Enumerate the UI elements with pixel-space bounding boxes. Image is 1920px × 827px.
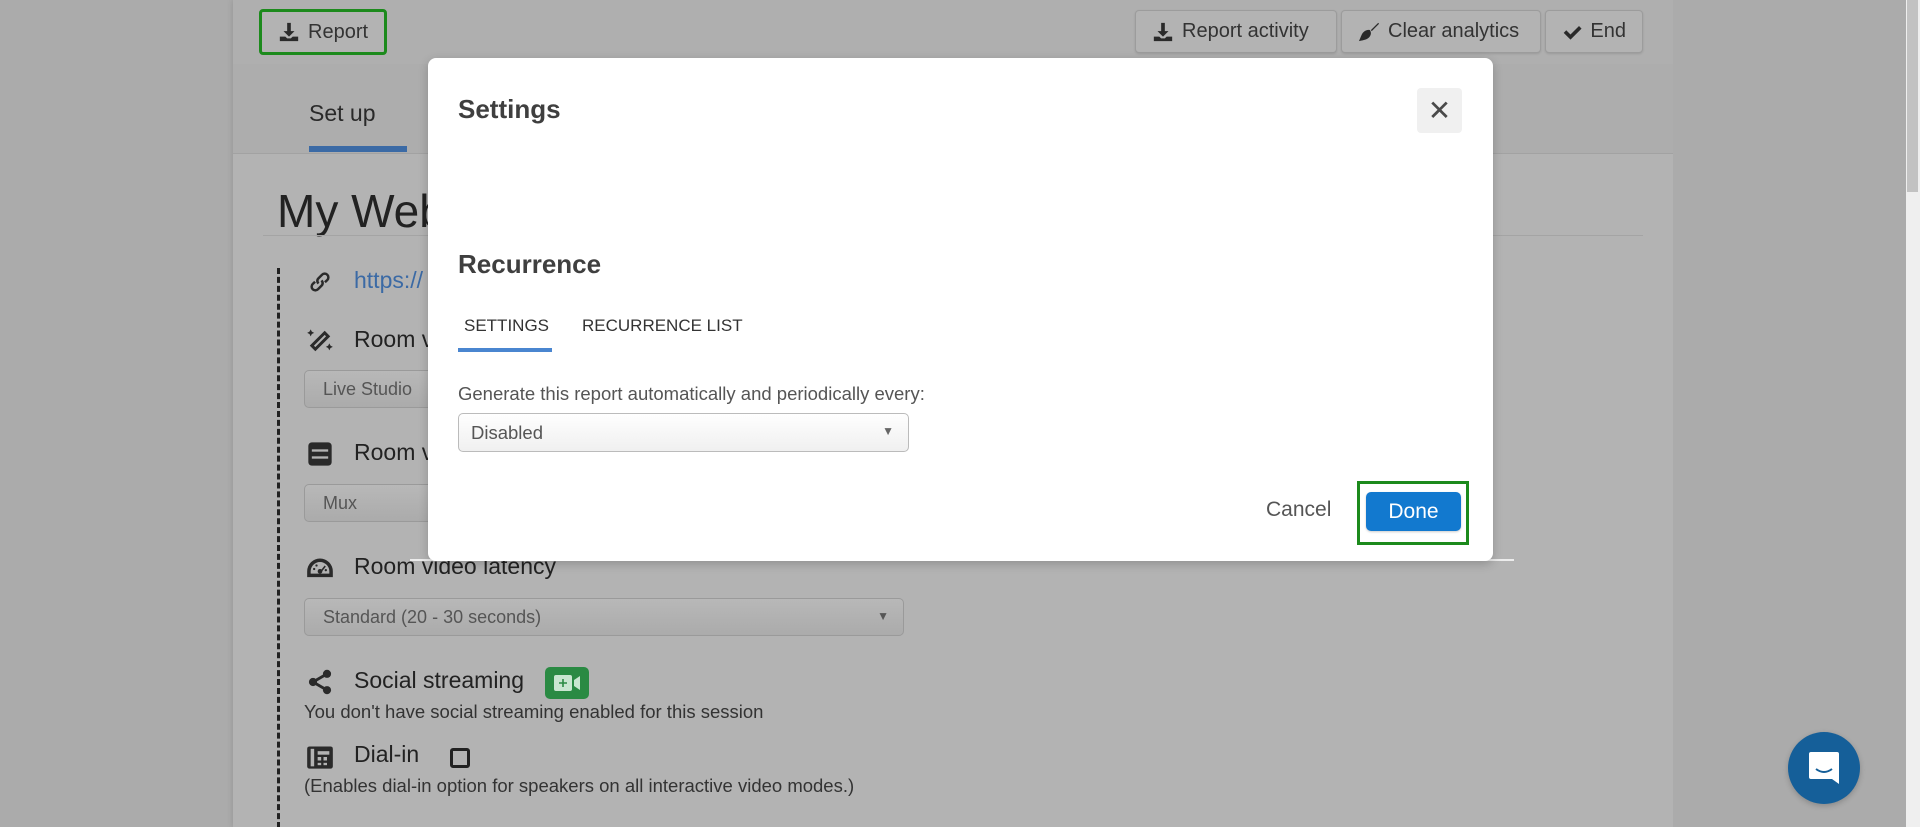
recurrence-field-label: Generate this report automatically and p… bbox=[458, 383, 925, 404]
dialin-checkbox[interactable] bbox=[450, 748, 470, 768]
room-v2-label: Room v bbox=[354, 439, 434, 465]
download-icon bbox=[1153, 22, 1173, 41]
chevron-down-icon: ▼ bbox=[877, 609, 889, 623]
dashed-timeline bbox=[277, 268, 280, 827]
webinar-link[interactable]: https:// bbox=[354, 267, 423, 294]
scrollbar-thumb[interactable] bbox=[1907, 0, 1918, 192]
clear-analytics-button[interactable]: Clear analytics bbox=[1341, 10, 1541, 53]
video-plus-icon bbox=[554, 675, 580, 691]
recurrence-section-title: Recurrence bbox=[458, 249, 602, 279]
report-button[interactable]: Report bbox=[259, 9, 388, 55]
done-button[interactable]: Done bbox=[1366, 492, 1461, 531]
report-button-label: Report bbox=[308, 20, 369, 43]
end-button[interactable]: End bbox=[1545, 10, 1643, 53]
latency-select[interactable]: Standard (20 - 30 seconds) ▼ bbox=[304, 598, 904, 636]
recurrence-select-value: Disabled bbox=[471, 422, 543, 443]
chat-launcher-button[interactable] bbox=[1788, 732, 1860, 804]
tab-recurrence-list[interactable]: RECURRENCE LIST bbox=[582, 316, 743, 336]
top-toolbar: Report Report activity Clear analytics E… bbox=[233, 0, 1673, 64]
dialin-label: Dial-in bbox=[354, 741, 420, 767]
gauge-icon bbox=[307, 558, 333, 578]
social-streaming-help: You don't have social streaming enabled … bbox=[304, 701, 764, 722]
end-label: End bbox=[1590, 20, 1626, 42]
room-v1-label: Room v bbox=[354, 326, 434, 352]
social-streaming-label: Social streaming bbox=[354, 667, 525, 693]
close-button[interactable]: ✕ bbox=[1417, 88, 1462, 133]
tab-active-indicator bbox=[309, 146, 407, 152]
add-social-stream-button[interactable] bbox=[545, 667, 589, 699]
recurrence-select[interactable]: Disabled ▼ bbox=[458, 413, 909, 452]
chat-icon bbox=[1809, 752, 1839, 784]
share-icon bbox=[308, 669, 332, 695]
scrollbar[interactable] bbox=[1906, 0, 1920, 827]
link-icon bbox=[310, 272, 330, 292]
broom-icon bbox=[1358, 22, 1380, 41]
tab-setup[interactable]: Set up bbox=[309, 100, 376, 127]
dialin-help: (Enables dial-in option for speakers on … bbox=[304, 775, 855, 796]
cancel-button[interactable]: Cancel bbox=[1266, 498, 1331, 522]
tab-settings[interactable]: SETTINGS bbox=[464, 316, 549, 336]
chevron-down-icon: ▼ bbox=[882, 424, 894, 438]
close-icon: ✕ bbox=[1427, 95, 1452, 126]
modal-title: Settings bbox=[458, 94, 561, 124]
magic-wand-icon bbox=[307, 329, 333, 352]
download-icon bbox=[279, 22, 299, 42]
clear-analytics-label: Clear analytics bbox=[1388, 20, 1520, 42]
fax-phone-icon bbox=[307, 746, 333, 769]
settings-modal: Settings ✕ Recurrence SETTINGS RECURRENC… bbox=[428, 58, 1493, 561]
tab-active-indicator bbox=[458, 348, 552, 352]
report-activity-button[interactable]: Report activity bbox=[1135, 10, 1337, 53]
check-icon bbox=[1563, 25, 1582, 40]
report-activity-label: Report activity bbox=[1182, 20, 1309, 42]
latency-select-value: Standard (20 - 30 seconds) bbox=[323, 607, 542, 627]
page-title: My Web bbox=[277, 185, 445, 237]
right-gutter bbox=[1673, 0, 1906, 827]
server-icon bbox=[308, 442, 332, 466]
